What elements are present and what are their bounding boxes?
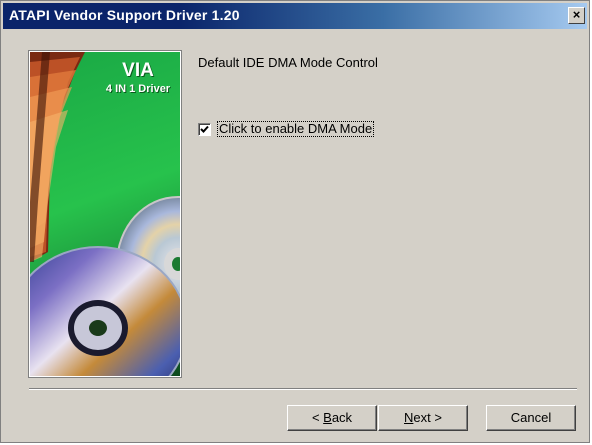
next-button-mnemonic: N bbox=[404, 410, 414, 425]
checkmark-icon bbox=[200, 125, 209, 133]
back-button-mnemonic: B bbox=[323, 410, 332, 425]
back-button-prefix: < bbox=[311, 410, 324, 425]
button-separator bbox=[29, 388, 577, 390]
dma-checkbox-label[interactable]: Click to enable DMA Mode bbox=[217, 121, 375, 137]
back-button[interactable]: < Back bbox=[287, 405, 377, 431]
next-button-suffix: > bbox=[430, 410, 442, 425]
dma-checkbox[interactable] bbox=[198, 122, 211, 136]
side-banner-image: VIA 4 IN 1 Driver bbox=[28, 50, 182, 378]
banner-title: VIA bbox=[122, 60, 154, 81]
next-button[interactable]: Next > bbox=[378, 405, 468, 431]
banner-artwork bbox=[30, 52, 180, 376]
title-bar[interactable]: ATAPI Vendor Support Driver 1.20 × bbox=[3, 3, 587, 29]
close-icon: × bbox=[572, 7, 581, 22]
close-button[interactable]: × bbox=[568, 7, 585, 24]
page-heading: Default IDE DMA Mode Control bbox=[198, 55, 378, 70]
dma-checkbox-row[interactable]: Click to enable DMA Mode bbox=[198, 121, 375, 137]
disc-stack-graphic bbox=[30, 52, 85, 262]
window-title: ATAPI Vendor Support Driver 1.20 bbox=[9, 7, 240, 23]
cancel-button[interactable]: Cancel bbox=[486, 405, 576, 431]
next-button-rest: ext bbox=[413, 410, 431, 425]
installer-window: ATAPI Vendor Support Driver 1.20 × VIA 4… bbox=[0, 0, 590, 443]
banner-subtitle: 4 IN 1 Driver bbox=[105, 83, 171, 95]
back-button-rest: ack bbox=[331, 410, 353, 425]
